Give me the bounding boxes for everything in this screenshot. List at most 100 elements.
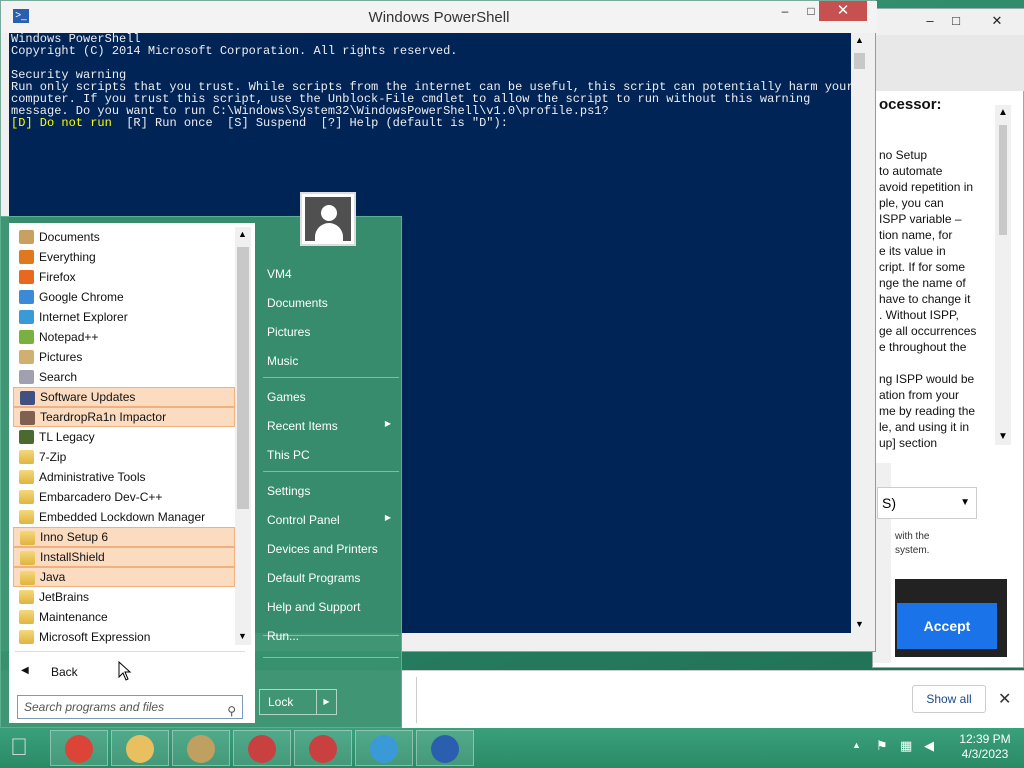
program-item[interactable]: Pictures xyxy=(13,347,235,367)
console-scrollbar[interactable]: ▲ ▼ xyxy=(851,33,868,633)
program-item[interactable]: TL Legacy xyxy=(13,427,235,447)
divider xyxy=(263,635,399,636)
scroll-down-icon[interactable]: ▼ xyxy=(998,431,1008,442)
program-item[interactable]: Inno Setup 6 xyxy=(13,527,235,547)
browser-titlebar: – □ ✕ xyxy=(873,9,1024,35)
article-line: up] section xyxy=(879,436,938,450)
powershell-titlebar[interactable]: >_ Windows PowerShell – □ ✕ xyxy=(1,1,877,33)
program-item[interactable]: Google Chrome xyxy=(13,287,235,307)
program-item[interactable]: Embedded Lockdown Manager xyxy=(13,507,235,527)
console-scrollbar-thumb[interactable] xyxy=(854,53,865,69)
program-item[interactable]: Maintenance xyxy=(13,607,235,627)
start-item-label: Documents xyxy=(267,296,328,310)
scroll-up-icon[interactable]: ▲ xyxy=(238,229,247,239)
browser-toolbar-area xyxy=(873,35,1024,91)
program-item[interactable]: JetBrains xyxy=(13,587,235,607)
article-line: avoid repetition in xyxy=(879,180,974,194)
ie-taskbar-icon[interactable] xyxy=(355,730,413,766)
app-taskbar-icon-2[interactable] xyxy=(233,730,291,766)
show-hidden-icons-icon[interactable]: ▲ xyxy=(852,740,861,750)
taskbar-glyph xyxy=(431,735,459,763)
program-item[interactable]: InstallShield xyxy=(13,547,235,567)
everything-icon xyxy=(19,250,34,264)
start-item-default-programs[interactable]: Default Programs xyxy=(267,571,397,585)
article-scrollbar-thumb[interactable] xyxy=(999,125,1007,235)
article-scrollbar[interactable]: ▲ ▼ xyxy=(995,105,1011,445)
app-taskbar-icon-3[interactable] xyxy=(294,730,352,766)
clock[interactable]: 12:39 PM 4/3/2023 xyxy=(952,732,1018,762)
flag-icon[interactable]: ⚑ xyxy=(876,738,888,754)
browser-minimize-button[interactable]: – xyxy=(917,13,943,29)
program-list-scrollbar[interactable]: ▲ ▼ xyxy=(235,227,251,645)
accept-button[interactable]: Accept xyxy=(897,603,997,649)
program-item[interactable]: Internet Explorer xyxy=(13,307,235,327)
volume-icon[interactable]: ◀ xyxy=(924,738,934,754)
folder-icon xyxy=(19,450,34,464)
program-list-scrollbar-thumb[interactable] xyxy=(237,247,249,509)
start-item-pictures[interactable]: Pictures xyxy=(267,325,397,339)
folder-icon xyxy=(19,470,34,484)
scroll-up-icon[interactable]: ▲ xyxy=(855,35,864,45)
file-explorer-taskbar-icon[interactable] xyxy=(111,730,169,766)
download-bar-close-button[interactable]: ✕ xyxy=(998,689,1011,709)
program-item[interactable]: 7-Zip xyxy=(13,447,235,467)
scroll-down-icon[interactable]: ▼ xyxy=(238,631,247,641)
folder-icon xyxy=(20,571,35,585)
start-item-help-and-support[interactable]: Help and Support xyxy=(267,600,397,614)
start-item-devices-and-printers[interactable]: Devices and Printers xyxy=(267,542,397,556)
program-label: Inno Setup 6 xyxy=(40,530,109,544)
minimize-button[interactable]: – xyxy=(771,4,799,22)
network-icon[interactable]: ▦ xyxy=(900,738,912,754)
console-lines: Windows PowerShell Copyright (C) 2014 Mic… xyxy=(11,33,851,117)
start-item-recent-items[interactable]: Recent Items ▶ xyxy=(267,419,397,433)
start-item-music[interactable]: Music xyxy=(267,354,397,368)
program-item[interactable]: Java xyxy=(13,567,235,587)
browser-maximize-button[interactable]: □ xyxy=(943,13,969,29)
back-arrow-icon: ◀ xyxy=(21,665,29,676)
lock-options-arrow-icon[interactable]: ▶ xyxy=(316,690,336,714)
start-item-this-pc[interactable]: This PC xyxy=(267,448,397,462)
chrome-icon xyxy=(19,290,34,304)
app-taskbar-icon[interactable] xyxy=(172,730,230,766)
program-item[interactable]: Embarcadero Dev-C++ xyxy=(13,487,235,507)
search-input[interactable]: Search programs and files ⚲ xyxy=(17,695,243,719)
search-icon[interactable]: ⚲ xyxy=(227,700,236,722)
folder-icon xyxy=(19,590,34,604)
show-all-button[interactable]: Show all xyxy=(912,685,986,713)
scroll-down-icon[interactable]: ▼ xyxy=(855,619,864,629)
start-item-label: Games xyxy=(267,390,306,404)
program-item[interactable]: Firefox xyxy=(13,267,235,287)
start-item-settings[interactable]: Settings xyxy=(267,484,397,498)
program-item[interactable]: Microsoft Expression xyxy=(13,627,235,647)
article-line: le, and using it in xyxy=(879,420,970,434)
program-item[interactable]: TeardropRa1n Impactor xyxy=(13,407,235,427)
scroll-up-icon[interactable]: ▲ xyxy=(998,107,1008,118)
program-item[interactable]: Administrative Tools xyxy=(13,467,235,487)
start-item-games[interactable]: Games xyxy=(267,390,397,404)
folder-icon xyxy=(19,630,34,644)
start-item-label: Recent Items xyxy=(267,419,338,433)
lock-label: Lock xyxy=(268,695,294,709)
all-programs-pane: Documents Everything Firefox Google Chrome I… xyxy=(9,223,255,723)
apple-start-icon[interactable]:  xyxy=(10,734,28,762)
powershell-taskbar-icon[interactable] xyxy=(416,730,474,766)
start-item-documents[interactable]: Documents xyxy=(267,296,397,310)
chrome-taskbar-icon[interactable] xyxy=(50,730,108,766)
avatar[interactable] xyxy=(300,192,356,246)
browser-close-button[interactable]: ✕ xyxy=(977,13,1017,29)
start-item-vm4[interactable]: VM4 xyxy=(267,267,397,281)
article-line: ge all occurrences xyxy=(879,324,977,338)
program-item[interactable]: Software Updates xyxy=(13,387,235,407)
program-item[interactable]: Everything xyxy=(13,247,235,267)
program-item[interactable]: Notepad++ xyxy=(13,327,235,347)
close-button[interactable]: ✕ xyxy=(819,1,867,21)
program-item[interactable]: Search xyxy=(13,367,235,387)
program-item[interactable]: Documents xyxy=(13,227,235,247)
start-item-label: Help and Support xyxy=(267,600,361,614)
start-item-run[interactable]: Run... xyxy=(267,629,397,643)
article-line: to automate xyxy=(879,164,943,178)
start-item-control-panel[interactable]: Control Panel ▶ xyxy=(267,513,397,527)
lock-button[interactable]: Lock ▶ xyxy=(259,689,337,715)
language-select[interactable]: S) ▼ xyxy=(877,487,977,519)
